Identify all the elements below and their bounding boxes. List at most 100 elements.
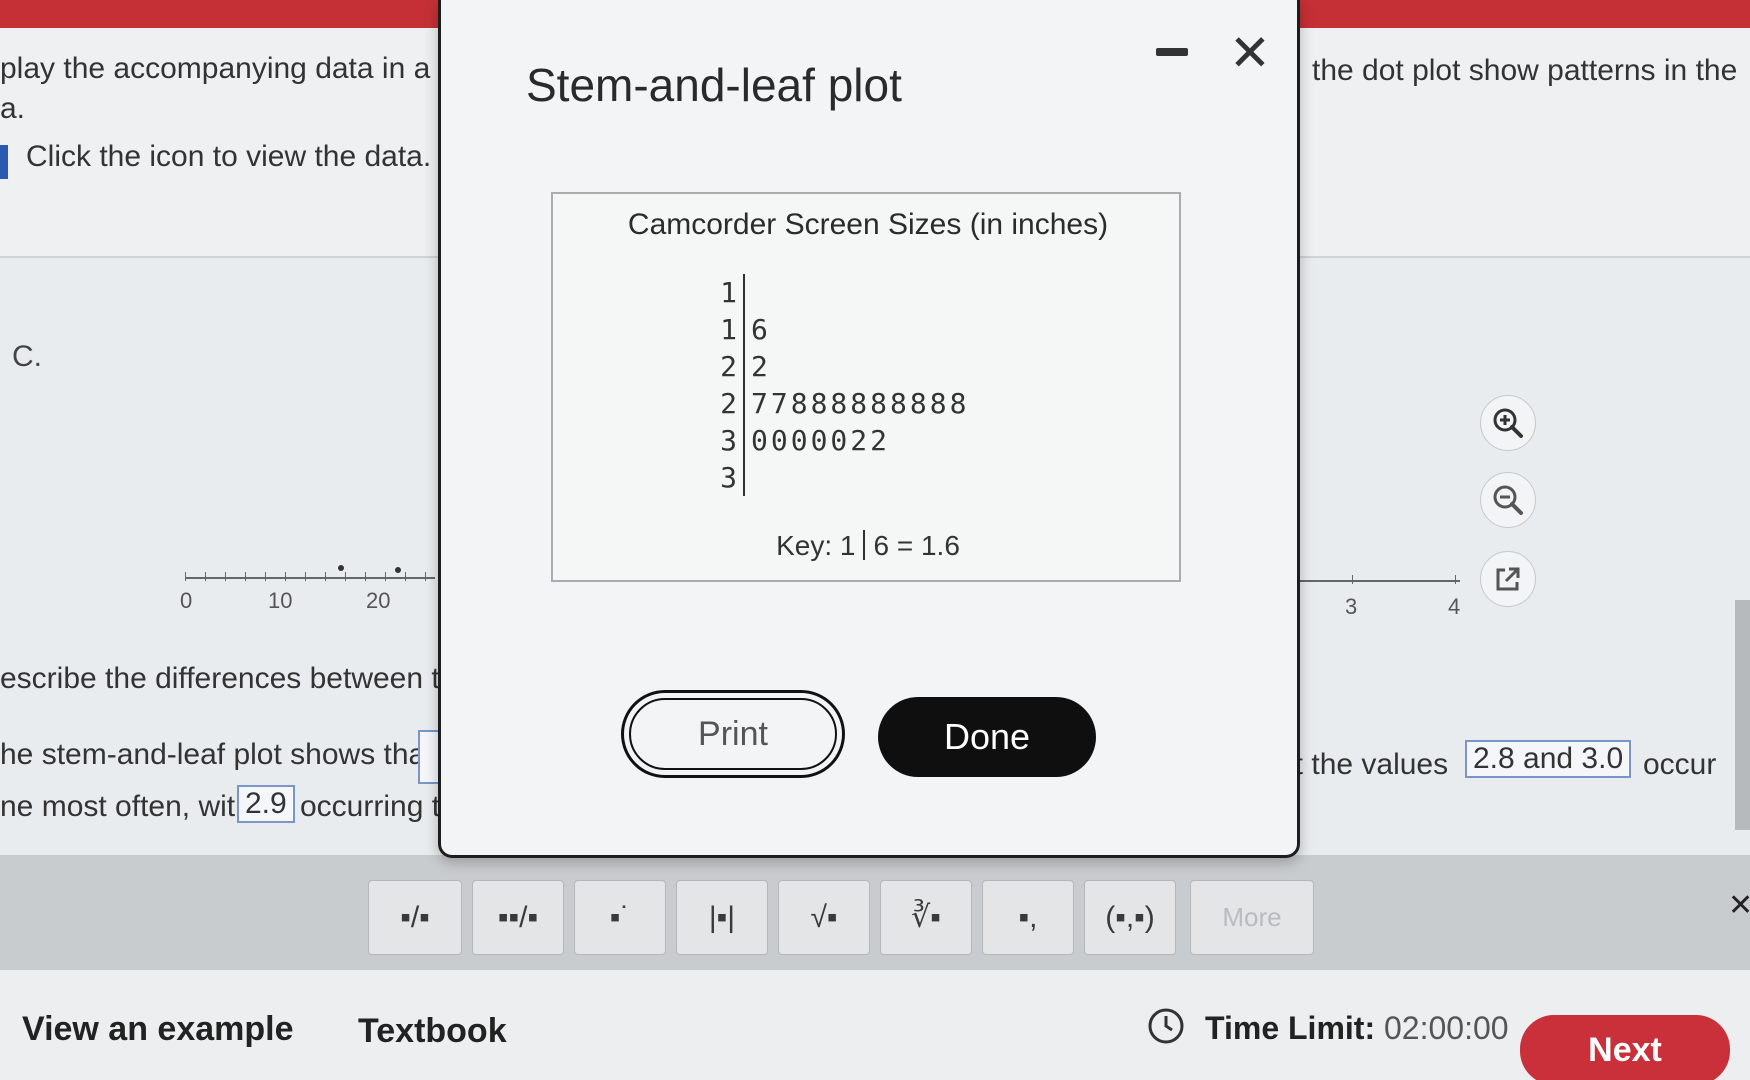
- pop-out-button[interactable]: [1480, 551, 1536, 607]
- scrollbar[interactable]: [1735, 600, 1750, 830]
- subscript-icon: ▪,: [1018, 900, 1038, 934]
- axis-tick: [245, 572, 246, 581]
- plot-row: 3: [713, 459, 751, 496]
- axis-tick: [345, 572, 346, 581]
- time-limit-value: 02:00:00: [1383, 1010, 1509, 1046]
- leaf-values: 77888888888: [751, 387, 970, 420]
- answer-dropdown-mode[interactable]: 2.9: [237, 785, 295, 823]
- absolute-value-button[interactable]: |▪|: [676, 880, 768, 955]
- describe-prompt: escribe the differences between the: [0, 662, 474, 695]
- leaf-values: 2: [751, 350, 771, 383]
- dot-plot-point: [338, 565, 344, 571]
- axis-tick: [325, 572, 326, 581]
- answer-text-end: occur: [1643, 748, 1717, 781]
- plot-row: 1: [713, 274, 751, 311]
- stem-value: 3: [720, 424, 737, 457]
- mixed-number-button[interactable]: ▪▪/▪: [472, 880, 564, 955]
- axis-tick-label: 0: [180, 588, 193, 613]
- square-root-button[interactable]: √▪: [778, 880, 870, 955]
- answer-text-start: he stem-and-leaf plot shows that: [0, 738, 434, 771]
- zoom-in-icon: [1493, 408, 1523, 438]
- axis-tick: [185, 572, 186, 581]
- dot-plot-axis-left: [185, 577, 435, 579]
- axis-tick: [225, 572, 226, 581]
- stem-value: 1: [720, 313, 737, 346]
- textbook-link[interactable]: Textbook: [358, 1012, 507, 1051]
- question-text-right: the dot plot show patterns in the: [1312, 54, 1738, 87]
- stem-value: 2: [720, 350, 737, 383]
- axis-tick: [1352, 575, 1353, 584]
- dot-plot-axis-right: [1290, 580, 1460, 582]
- stem-value: 3: [720, 461, 737, 494]
- print-button[interactable]: Print: [621, 690, 845, 778]
- more-tools-label: More: [1222, 902, 1282, 932]
- plot-row: 2 77888888888: [713, 385, 969, 422]
- answer-value-2[interactable]: 2.9: [237, 785, 295, 823]
- answer-text-right: at the values: [1278, 748, 1449, 781]
- ordered-pair-button[interactable]: (▪,▪): [1084, 880, 1176, 955]
- axis-tick: [385, 572, 386, 581]
- clock-icon: [1147, 1007, 1185, 1050]
- zoom-out-icon: [1493, 485, 1523, 515]
- answer-dropdown-values[interactable]: 2.8 and 3.0: [1465, 740, 1632, 778]
- zoom-out-button[interactable]: [1480, 472, 1536, 528]
- plot-key: Key: 1 6 = 1.6: [553, 530, 1183, 562]
- dialog-title: Stem-and-leaf plot: [526, 59, 902, 111]
- question-text-line-2: a.: [0, 92, 26, 125]
- axis-tick: [305, 572, 306, 581]
- axis-tick-label: 3: [1345, 594, 1358, 619]
- axis-tick: [265, 572, 266, 581]
- axis-tick: [405, 572, 406, 581]
- answer-dropdown[interactable]: [418, 730, 440, 784]
- time-limit-label: Time Limit:: [1205, 1010, 1376, 1046]
- plot-row: 2 2: [713, 348, 771, 385]
- print-label: Print: [629, 698, 837, 770]
- next-label: Next: [1588, 1030, 1662, 1069]
- dot-plot-point: [395, 567, 401, 573]
- stem-value: 1: [720, 276, 737, 309]
- axis-tick: [285, 572, 286, 581]
- axis-tick: [1455, 575, 1456, 584]
- stem-value: 2: [720, 387, 737, 420]
- axis-tick: [365, 572, 366, 581]
- subscript-button[interactable]: ▪,: [982, 880, 1074, 955]
- nth-root-icon: ∛▪: [911, 901, 941, 934]
- data-table-icon[interactable]: [0, 145, 8, 179]
- more-tools-button[interactable]: More: [1190, 880, 1314, 955]
- plot-title: Camcorder Screen Sizes (in inches): [627, 208, 1109, 241]
- close-toolbar-icon[interactable]: ✕: [1728, 888, 1750, 923]
- ordered-pair-icon: (▪,▪): [1105, 900, 1155, 934]
- plot-key-suffix: 6 = 1.6: [873, 530, 960, 561]
- key-divider: [863, 530, 866, 560]
- exponent-icon: ▪˙: [609, 900, 631, 934]
- answer-text-line-2: ne most often, with: [0, 790, 252, 823]
- external-link-icon: [1496, 567, 1520, 591]
- math-toolbar: [0, 855, 1750, 970]
- exponent-button[interactable]: ▪˙: [574, 880, 666, 955]
- mixed-number-icon: ▪▪/▪: [497, 900, 539, 934]
- fraction-button[interactable]: ▪/▪: [368, 880, 462, 955]
- answer-text-line-2-end: occurring th: [300, 790, 457, 823]
- view-example-link[interactable]: View an example: [22, 1010, 294, 1049]
- zoom-in-button[interactable]: [1480, 395, 1536, 451]
- minimize-icon[interactable]: [1156, 48, 1188, 56]
- square-root-icon: √▪: [810, 900, 838, 934]
- close-icon[interactable]: ✕: [1229, 28, 1271, 78]
- plot-row: 1 6: [713, 311, 771, 348]
- leaf-values: 6: [751, 313, 771, 346]
- nth-root-button[interactable]: ∛▪: [880, 880, 972, 955]
- absolute-value-icon: |▪|: [708, 900, 736, 934]
- plot-key-prefix: Key: 1: [776, 530, 856, 561]
- view-data-link[interactable]: Click the icon to view the data.: [26, 140, 431, 174]
- axis-tick: [205, 572, 206, 581]
- answer-value-1[interactable]: 2.8 and 3.0: [1465, 740, 1632, 778]
- axis-tick: [425, 572, 426, 581]
- stem-and-leaf-dialog: Stem-and-leaf plot ✕ Camcorder Screen Si…: [438, 0, 1300, 858]
- leaf-values: 0000022: [751, 424, 891, 457]
- next-button[interactable]: Next: [1520, 1015, 1730, 1080]
- axis-tick-label: 10: [268, 588, 293, 613]
- option-c-label[interactable]: C.: [12, 340, 42, 374]
- plot-row: 3 0000022: [713, 422, 890, 459]
- stem-and-leaf-plot: Camcorder Screen Sizes (in inches) 1 1 6…: [551, 192, 1181, 582]
- done-button[interactable]: Done: [878, 697, 1096, 777]
